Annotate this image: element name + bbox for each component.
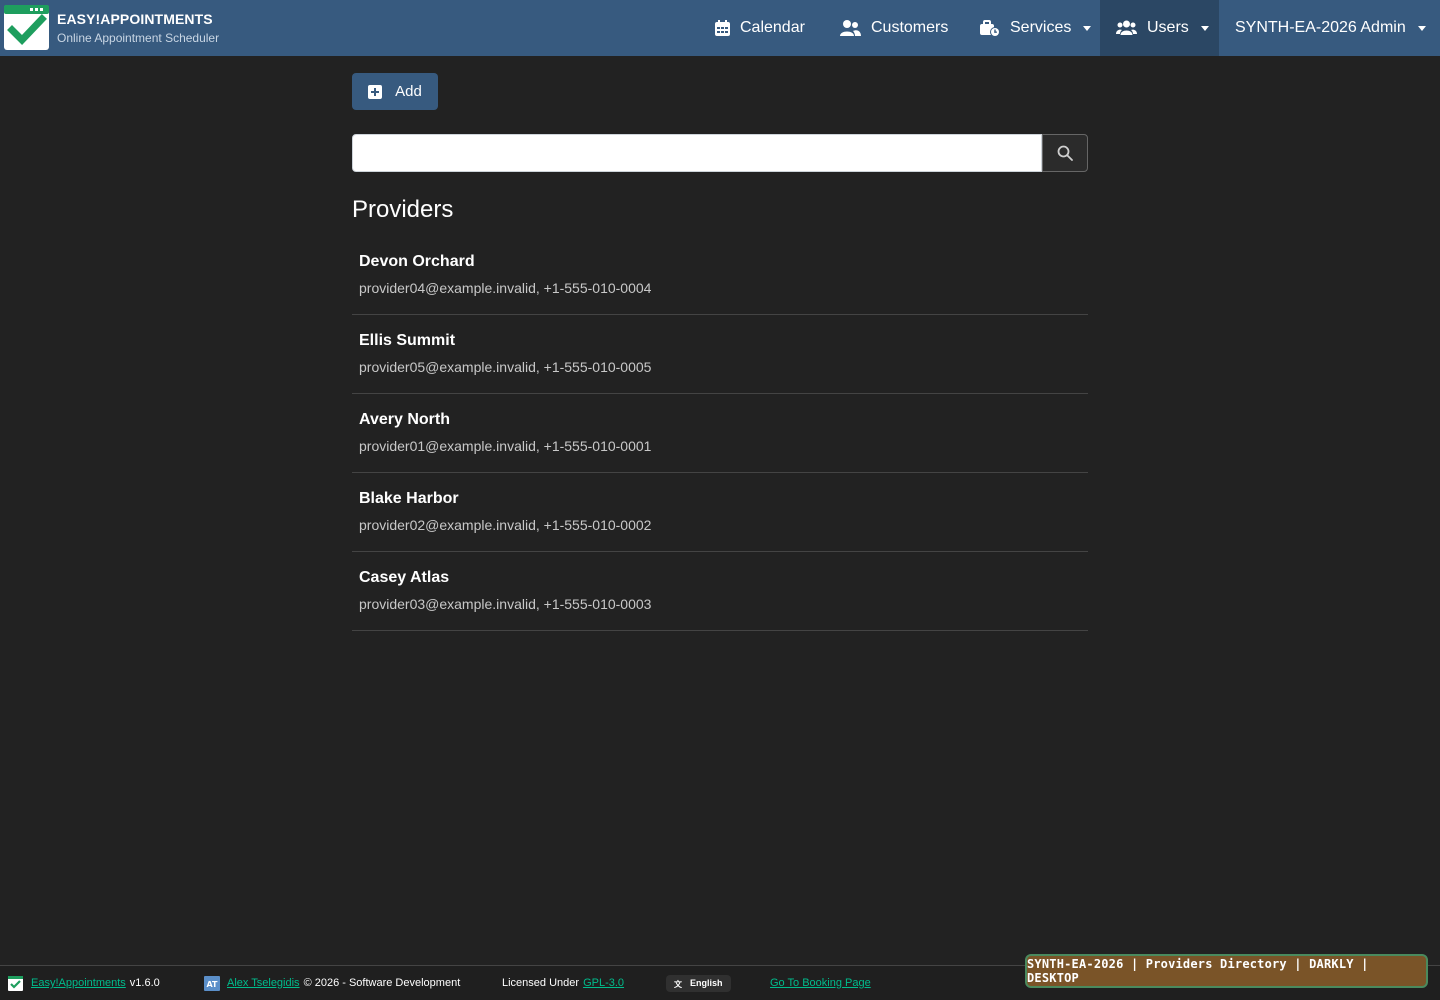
nav-customers-label: Customers bbox=[871, 19, 949, 36]
svg-text:AT: AT bbox=[206, 980, 218, 989]
nav-admin-label: SYNTH-EA-2026 Admin bbox=[1235, 19, 1406, 36]
top-navbar: EASY!APPOINTMENTS Online Appointment Sch… bbox=[0, 0, 1440, 56]
provider-name: Casey Atlas bbox=[359, 569, 450, 586]
search-button[interactable] bbox=[1042, 134, 1088, 172]
nav-services[interactable]: Services bbox=[980, 0, 1092, 56]
nav-users[interactable]: Users bbox=[1100, 0, 1219, 56]
services-icon bbox=[980, 19, 1000, 37]
provider-name: Blake Harbor bbox=[359, 490, 459, 507]
calendar-icon bbox=[715, 20, 730, 36]
nav-calendar[interactable]: Calendar bbox=[715, 0, 805, 56]
add-button[interactable]: Add bbox=[352, 73, 438, 110]
language-label: English bbox=[690, 978, 723, 988]
section-title: Providers bbox=[352, 196, 454, 223]
footer-license-link[interactable]: GPL-3.0 bbox=[583, 977, 624, 989]
users-group-icon bbox=[1116, 20, 1137, 35]
plus-square-icon bbox=[368, 84, 383, 99]
provider-info: provider04@example.invalid, +1-555-010-0… bbox=[359, 280, 652, 296]
provider-info: provider02@example.invalid, +1-555-010-0… bbox=[359, 517, 652, 533]
provider-name: Ellis Summit bbox=[359, 332, 456, 349]
nav-users-label: Users bbox=[1147, 19, 1189, 36]
brand-subtitle: Online Appointment Scheduler bbox=[57, 31, 220, 45]
nav-calendar-label: Calendar bbox=[740, 19, 805, 36]
check-calendar-icon bbox=[8, 975, 23, 991]
brand[interactable]: EASY!APPOINTMENTS Online Appointment Sch… bbox=[0, 0, 240, 56]
footer-author-link[interactable]: Alex Tselegidis bbox=[227, 977, 300, 989]
add-button-label: Add bbox=[395, 83, 422, 100]
chevron-down-icon bbox=[1083, 25, 1092, 31]
search-group bbox=[352, 134, 1088, 172]
search-input[interactable] bbox=[352, 134, 1042, 172]
footer-version: v1.6.0 bbox=[129, 977, 160, 989]
check-calendar-icon bbox=[4, 5, 49, 50]
brand-title: EASY!APPOINTMENTS bbox=[57, 11, 213, 27]
svg-text:文: 文 bbox=[674, 979, 683, 988]
nav-customers[interactable]: Customers bbox=[840, 0, 948, 56]
list-item[interactable]: Blake Harbor provider02@example.invalid,… bbox=[352, 473, 1088, 552]
provider-name: Avery North bbox=[359, 411, 450, 428]
footer-app-link[interactable]: Easy!Appointments bbox=[31, 977, 126, 989]
environment-badge: SYNTH-EA-2026 | Providers Directory | DA… bbox=[1025, 954, 1428, 988]
footer-app: Easy!Appointments v1.6.0 bbox=[8, 966, 160, 1000]
list-item[interactable]: Devon Orchard provider04@example.invalid… bbox=[352, 236, 1088, 315]
search-icon bbox=[1057, 145, 1073, 161]
footer-license-prefix: Licensed Under bbox=[502, 977, 580, 989]
footer-license: Licensed Under GPL-3.0 bbox=[502, 966, 624, 1000]
provider-info: provider03@example.invalid, +1-555-010-0… bbox=[359, 596, 652, 612]
footer-language: 文 English bbox=[666, 966, 731, 1000]
provider-name: Devon Orchard bbox=[359, 253, 475, 270]
list-item[interactable]: Casey Atlas provider03@example.invalid, … bbox=[352, 552, 1088, 631]
list-item[interactable]: Ellis Summit provider05@example.invalid,… bbox=[352, 315, 1088, 394]
author-logo-icon: AT bbox=[204, 975, 220, 991]
providers-list: Devon Orchard provider04@example.invalid… bbox=[352, 236, 1088, 631]
nav-services-label: Services bbox=[1010, 19, 1072, 36]
users-icon bbox=[840, 20, 861, 36]
footer-author: AT Alex Tselegidis © 2026 - Software Dev… bbox=[204, 966, 460, 1000]
chevron-down-icon bbox=[1200, 25, 1209, 31]
booking-page-link[interactable]: Go To Booking Page bbox=[770, 977, 871, 989]
language-button[interactable]: 文 English bbox=[666, 974, 731, 992]
language-icon: 文 bbox=[674, 979, 683, 988]
chevron-down-icon bbox=[1417, 25, 1426, 31]
provider-info: provider05@example.invalid, +1-555-010-0… bbox=[359, 359, 652, 375]
footer-booking: Go To Booking Page bbox=[770, 966, 871, 1000]
provider-info: provider01@example.invalid, +1-555-010-0… bbox=[359, 438, 652, 454]
list-item[interactable]: Avery North provider01@example.invalid, … bbox=[352, 394, 1088, 473]
nav-admin-menu[interactable]: SYNTH-EA-2026 Admin bbox=[1235, 0, 1426, 56]
footer-copyright: © 2026 - Software Development bbox=[303, 977, 461, 989]
